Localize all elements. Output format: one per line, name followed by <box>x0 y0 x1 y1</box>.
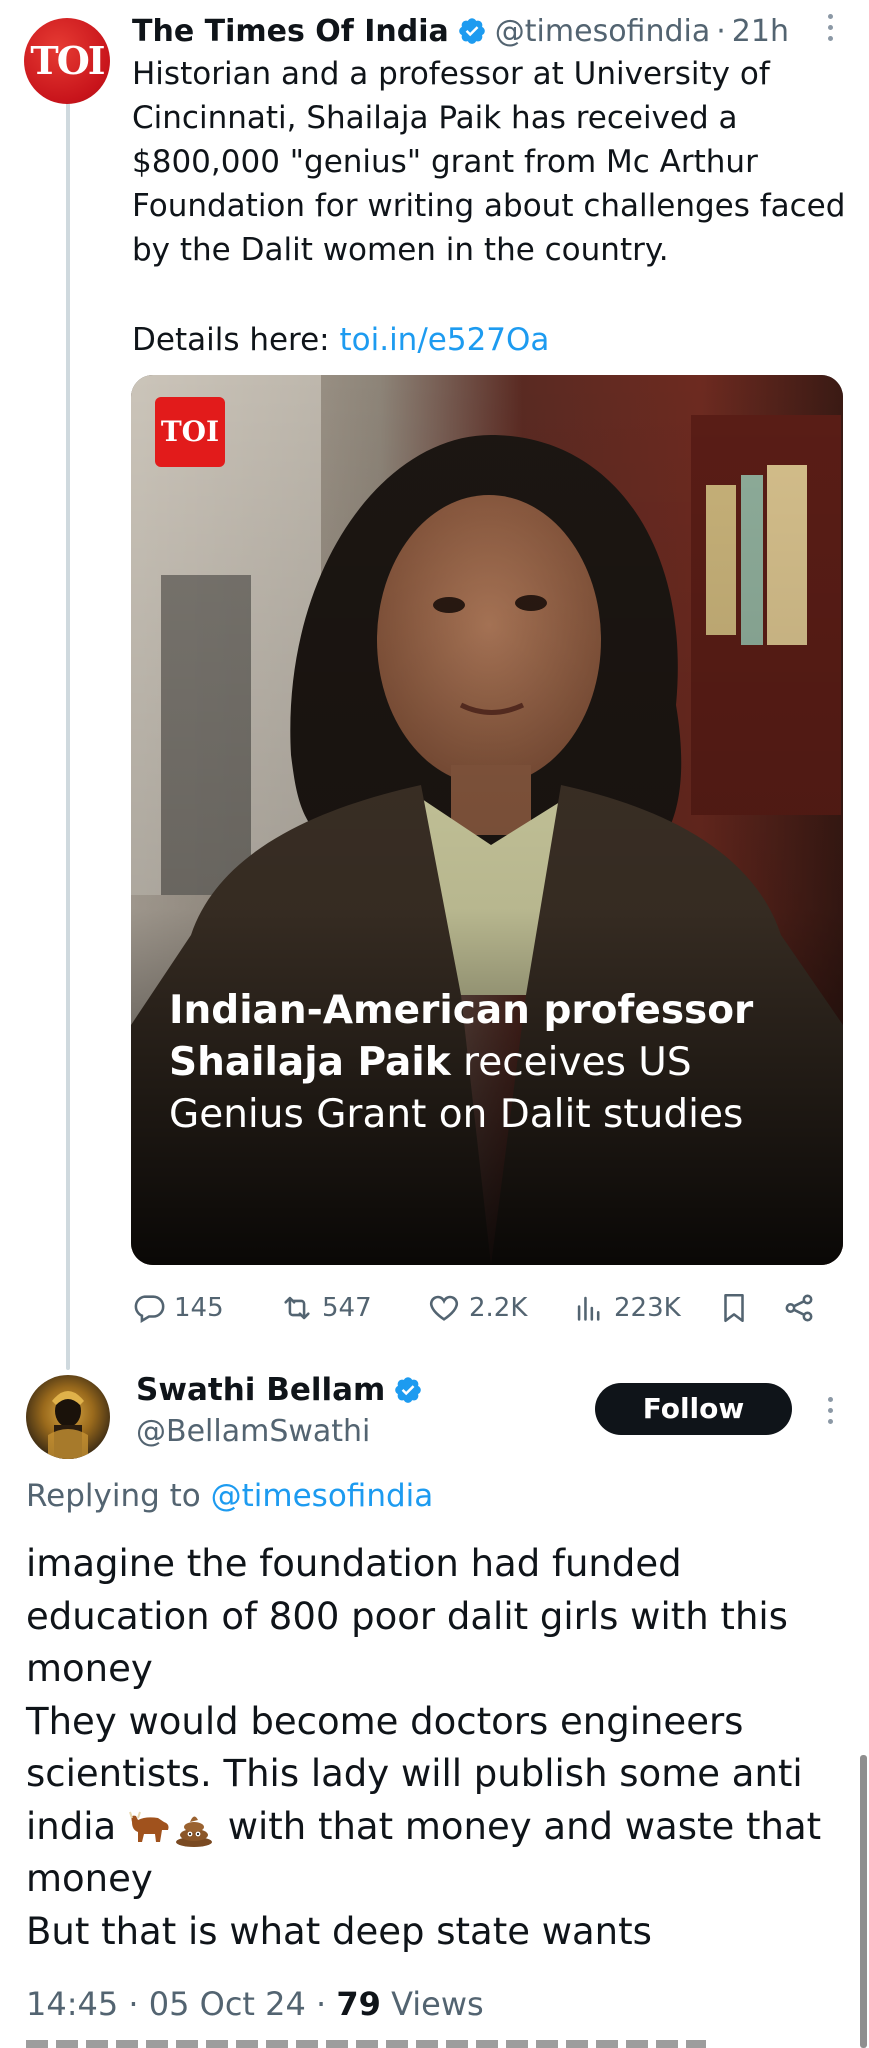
like-button[interactable]: 2.2K <box>427 1286 527 1330</box>
share-icon <box>785 1294 813 1322</box>
reply-icon <box>134 1295 165 1324</box>
scrollbar[interactable] <box>860 1755 867 2048</box>
details-link[interactable]: toi.in/e527Oa <box>339 322 549 358</box>
reply-date[interactable]: 05 Oct 24 <box>149 1985 306 2023</box>
bookmark-button[interactable] <box>717 1286 751 1330</box>
reply-line: They would become doctors engineers <box>26 1699 744 1743</box>
ox-emoji-icon <box>128 1811 169 1842</box>
avatar-image <box>48 1391 88 1459</box>
tweet-text: Historian and a professor at University … <box>132 56 846 268</box>
reply-line: money <box>26 1857 153 1900</box>
separator-dot: · <box>128 1985 139 2023</box>
verified-badge-icon <box>458 18 485 44</box>
reply-button[interactable]: 145 <box>132 1286 224 1330</box>
reply-author-handle[interactable]: @BellamSwathi <box>136 1414 370 1449</box>
more-options-icon[interactable] <box>825 1397 835 1424</box>
reply-tweet-text: imagine the foundation had funded educat… <box>26 1538 846 1958</box>
reply-line: education of 800 poor dalit girls with t… <box>26 1594 788 1638</box>
reply-author-name[interactable]: Swathi Bellam <box>136 1372 385 1408</box>
reply-line-part: with that money and waste that <box>227 1804 822 1848</box>
views-count: 223K <box>614 1293 681 1323</box>
retweet-icon <box>284 1296 310 1320</box>
tweet-time[interactable]: 21h <box>732 14 789 49</box>
reply-line-with-emoji: india with that money and waste that <box>26 1801 846 1854</box>
headline-rest-2: receives US <box>450 1040 692 1085</box>
reply-line: imagine the foundation had funded <box>26 1542 682 1585</box>
retweet-count: 547 <box>322 1293 372 1323</box>
avatar-times-of-india[interactable]: TOI <box>24 18 110 104</box>
replying-prefix: Replying to <box>26 1478 201 1514</box>
details-label: Details here: <box>132 322 330 358</box>
views-chart-icon <box>577 1296 600 1321</box>
separator-dot: · <box>716 13 726 49</box>
follow-button[interactable]: Follow <box>595 1383 792 1435</box>
reply-views-count: 79 <box>336 1985 381 2023</box>
reply-line: But that is what deep state wants <box>26 1909 652 1953</box>
tweet-media-image[interactable]: TOI Indian-American professor Shailaja P… <box>131 375 843 1265</box>
verified-badge-icon <box>395 1377 422 1403</box>
retweet-button[interactable]: 547 <box>280 1286 372 1330</box>
reply-meta-line: 14:45 · 05 Oct 24 · 79 Views <box>26 1985 484 2023</box>
avatar-swathi-bellam[interactable] <box>26 1375 110 1459</box>
more-options-icon[interactable] <box>825 14 835 41</box>
reply-line: money <box>26 1647 153 1690</box>
headline-line-3: Genius Grant on Dalit studies <box>169 1092 744 1137</box>
reply-time[interactable]: 14:45 <box>26 1985 118 2023</box>
author-handle[interactable]: @timesofindia <box>495 14 710 49</box>
share-button[interactable] <box>782 1286 816 1330</box>
pile-of-poo-emoji-icon <box>175 1816 212 1847</box>
views-button[interactable]: 223K <box>572 1286 681 1330</box>
toi-logo-badge: TOI <box>155 397 225 467</box>
reply-line: scientists. This lady will publish some … <box>26 1752 803 1795</box>
reply-views-label: Views <box>391 1985 484 2023</box>
headline-bold-1: Indian-American professor <box>169 988 754 1033</box>
headline-bold-2: Shailaja Paik <box>169 1040 451 1085</box>
separator-dot: · <box>316 1985 327 2023</box>
replying-to-line: Replying to @timesofindia <box>26 1478 433 1514</box>
reply-author-line: Swathi Bellam <box>136 1372 431 1408</box>
bookmark-icon <box>724 1293 744 1323</box>
media-headline: Indian-American professor Shailaja Paik … <box>169 985 829 1141</box>
tweet-header: The Times Of India @timesofindia · 21h <box>132 6 789 56</box>
tweet-actions-bar: 145 547 2.2K 223K <box>132 1286 832 1330</box>
reply-count: 145 <box>174 1293 224 1323</box>
next-content-cutoff <box>26 2040 706 2048</box>
reply-line-part: india <box>26 1804 117 1848</box>
author-name[interactable]: The Times Of India <box>132 14 449 49</box>
thread-line <box>66 100 70 1370</box>
details-line: Details here: toi.in/e527Oa <box>132 318 549 362</box>
like-count: 2.2K <box>469 1293 528 1323</box>
replying-to-handle[interactable]: @timesofindia <box>211 1478 434 1514</box>
heart-icon <box>429 1295 459 1321</box>
